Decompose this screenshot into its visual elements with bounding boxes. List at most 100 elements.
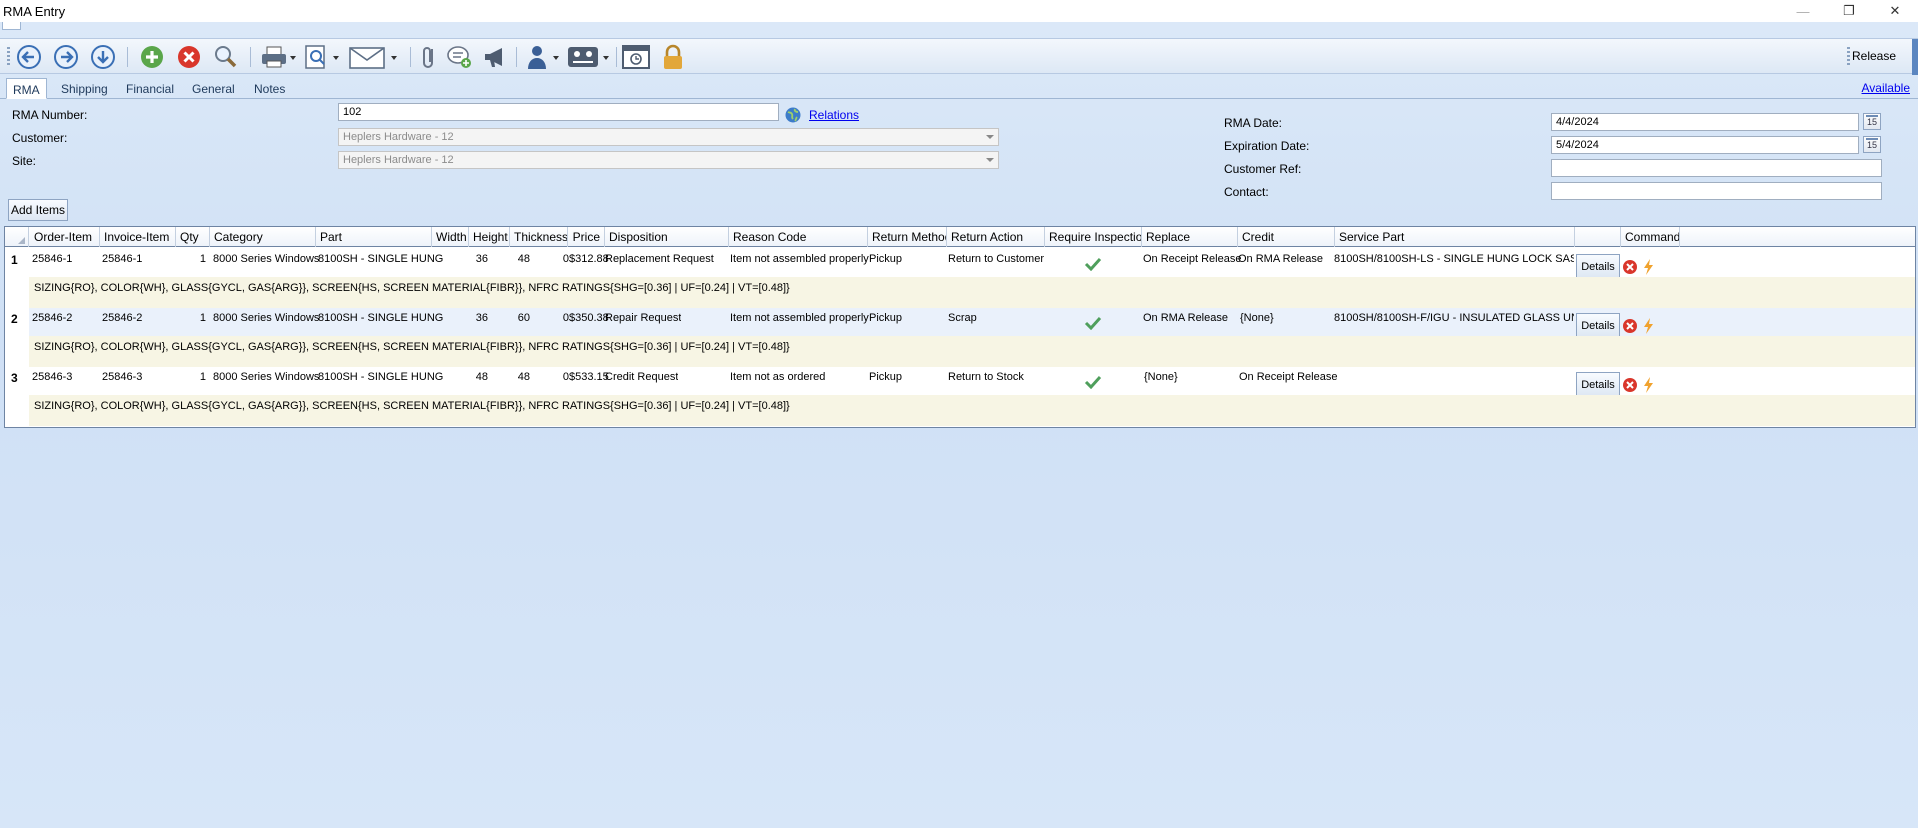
restore-button[interactable]: ❐ [1826,0,1872,22]
customer-ref-input[interactable] [1551,159,1882,177]
print-preview-button[interactable] [301,42,341,72]
add-items-button[interactable]: Add Items [8,199,68,221]
release-button[interactable]: Release [1852,49,1896,63]
table-row[interactable]: 2 25846-2 25846-2 1 8000 Series Windows … [5,308,1915,367]
tab-strip: RMA Shipping Financial General Notes Ava… [0,76,1918,99]
disposition-cell: Credit Request [605,371,679,383]
attachment-button[interactable] [414,42,446,72]
height-cell: 48 [517,253,530,265]
width-cell: 36 [475,312,488,324]
column-header-part[interactable]: Part [316,227,432,247]
column-header-thickness[interactable]: Thickness [510,227,568,247]
details-button[interactable]: Details [1576,313,1620,338]
add-button[interactable] [136,42,168,72]
delete-row-icon[interactable] [1622,377,1638,393]
column-header-disposition[interactable]: Disposition [605,227,729,247]
column-header-order-item[interactable]: Order-Item [30,227,100,247]
announce-button[interactable] [480,42,512,72]
disposition-cell: Replacement Request [605,253,714,265]
customer-label: Customer: [12,131,68,145]
checkmark-icon [1084,257,1102,271]
back-button[interactable] [13,42,45,72]
width-cell: 48 [475,371,488,383]
toolbar-grip[interactable] [7,47,10,67]
column-header-require-inspection[interactable]: Require Inspection [1045,227,1142,247]
price-cell: $312.88 [569,253,609,265]
down-button[interactable] [87,42,119,72]
site-value: Heplers Hardware - 12 [343,154,454,166]
column-header-service-part[interactable]: Service Part [1335,227,1575,247]
tab-financial[interactable]: Financial [120,78,180,99]
column-header-reason-code[interactable]: Reason Code [729,227,868,247]
details-button[interactable]: Details [1576,254,1620,279]
column-header-qty[interactable]: Qty [176,227,210,247]
column-header-commands[interactable]: Commands [1621,227,1680,247]
toolbar-grip[interactable] [1847,47,1850,67]
lightning-icon[interactable] [1643,317,1655,335]
return-action-cell: Return to Customer [948,253,1044,265]
table-row[interactable]: 3 25846-3 25846-3 1 8000 Series Windows … [5,367,1915,426]
expiration-date-input[interactable]: 5/4/2024 [1551,136,1859,154]
relations-link[interactable]: Relations [809,108,859,122]
lightning-icon[interactable] [1643,376,1655,394]
user-button[interactable] [522,42,562,72]
search-icon [215,46,237,68]
service-part-cell: 8100SH/8100SH-F/IGU - INSULATED GLASS UN… [1334,312,1574,324]
checkmark-icon [1084,375,1102,389]
comments-button[interactable] [443,42,475,72]
delete-row-icon[interactable] [1622,318,1638,334]
delete-button[interactable] [173,42,205,72]
column-header-width[interactable]: Width [432,227,469,247]
tab-shipping[interactable]: Shipping [55,78,114,99]
globe-icon[interactable] [784,106,802,124]
ribbon-collapse-tab[interactable] [2,22,21,30]
rma-number-input[interactable]: 102 [338,103,779,121]
column-header-height[interactable]: Height [469,227,510,247]
column-header-price[interactable]: Price [568,227,605,247]
title-bar: RMA Entry — ❐ ✕ [0,0,1918,22]
search-button[interactable] [210,42,242,72]
rma-date-calendar-button[interactable]: 15 [1863,113,1881,130]
table-row[interactable]: 1 25846-1 25846-1 1 8000 Series Windows … [5,249,1915,308]
details-button[interactable]: Details [1576,372,1620,397]
row-number: 3 [11,371,18,385]
close-button[interactable]: ✕ [1872,0,1918,22]
contact-input[interactable] [1551,182,1882,200]
column-header-replace[interactable]: Replace [1142,227,1238,247]
column-header-invoice-item[interactable]: Invoice-Item [100,227,176,247]
checkmark-icon [1084,316,1102,330]
delete-row-icon[interactable] [1622,259,1638,275]
customer-combo[interactable]: Heplers Hardware - 12 [338,128,999,146]
tab-rma[interactable]: RMA [6,78,47,99]
minimize-button[interactable]: — [1780,0,1826,22]
return-method-cell: Pickup [869,253,903,265]
print-button[interactable] [258,42,298,72]
row-number: 2 [11,312,18,326]
available-link[interactable]: Available [1862,81,1910,95]
site-combo[interactable]: Heplers Hardware - 12 [338,151,999,169]
forward-icon [54,45,78,69]
toolbar-separator [250,47,251,67]
tab-notes[interactable]: Notes [248,78,291,99]
expiration-date-calendar-button[interactable]: 15 [1863,136,1881,153]
category-cell: 8000 Series Windows [213,253,320,265]
column-header-credit[interactable]: Credit [1238,227,1335,247]
forward-button[interactable] [50,42,82,72]
print-preview-icon [305,45,339,69]
grid-header: Order-Item Invoice-Item Qty Category Par… [5,227,1915,247]
rma-date-input[interactable]: 4/4/2024 [1551,113,1859,131]
column-header-return-method[interactable]: Return Method [868,227,947,247]
column-header-details[interactable] [1575,227,1621,247]
column-header-category[interactable]: Category [210,227,316,247]
column-header-return-action[interactable]: Return Action [947,227,1045,247]
grid-corner[interactable] [5,227,29,247]
credit-cell: {None} [1240,312,1274,324]
tools-button[interactable] [565,42,613,72]
schedule-button[interactable] [620,42,652,72]
lock-button[interactable] [657,42,689,72]
email-icon [349,47,397,69]
tab-general[interactable]: General [186,78,241,99]
lightning-icon[interactable] [1643,258,1655,276]
toolbar-separator [616,47,617,67]
email-button[interactable] [347,42,401,72]
